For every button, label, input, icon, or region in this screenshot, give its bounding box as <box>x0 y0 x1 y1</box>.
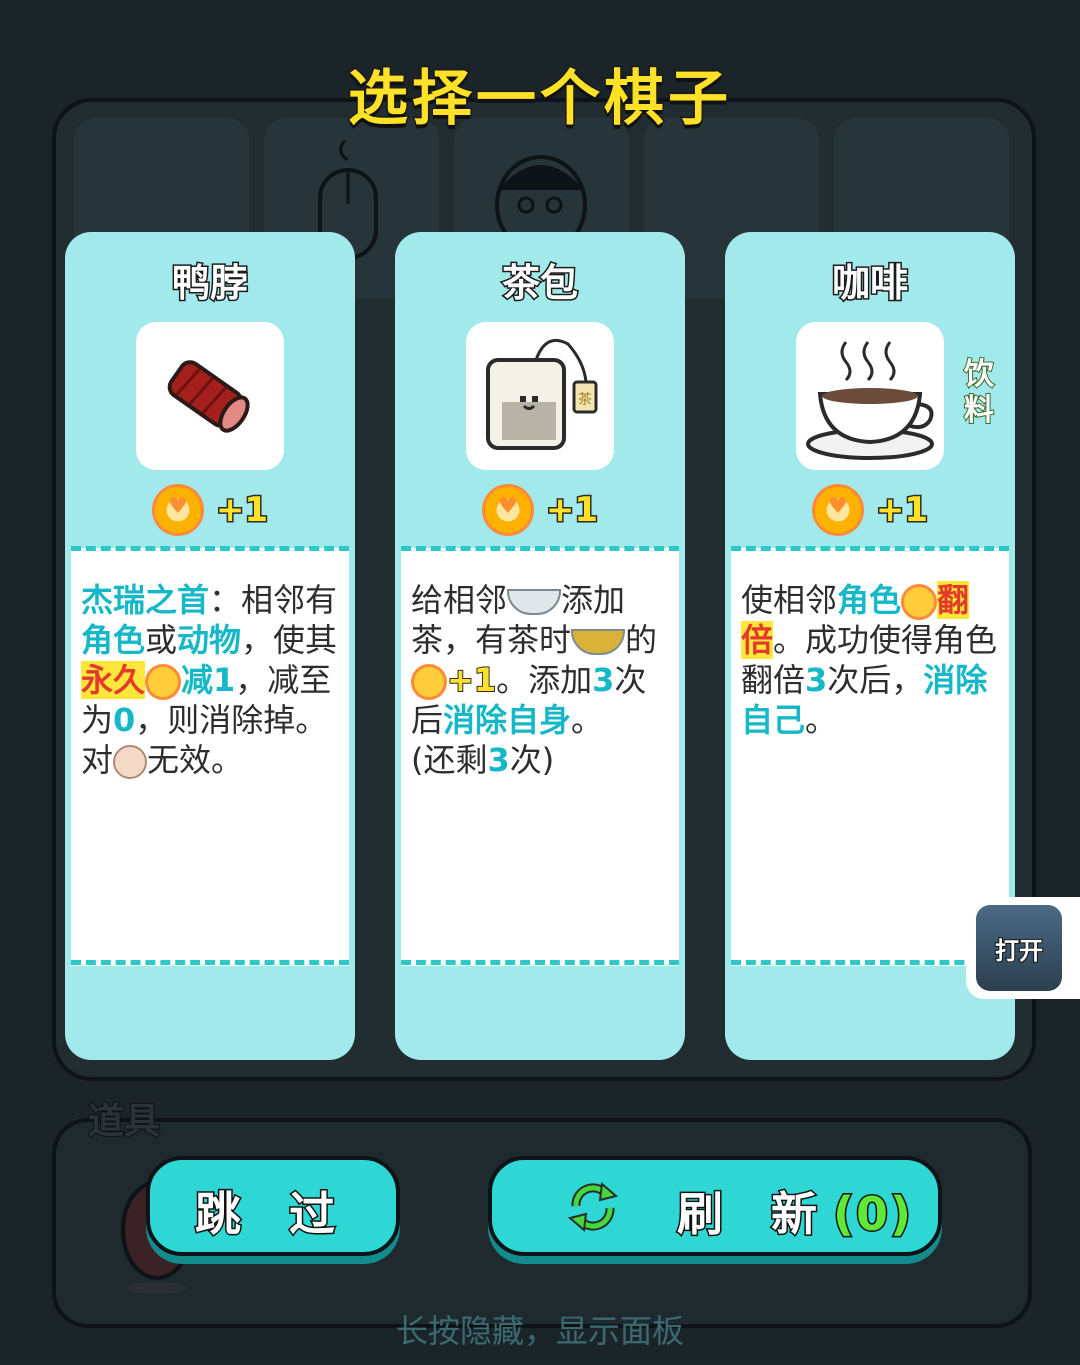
refresh-count: (0) <box>831 1186 914 1243</box>
duck-neck-sausage-icon <box>167 360 250 433</box>
heart-coin-icon <box>411 664 447 700</box>
hint-text: 长按隐藏，显示面板 <box>395 1312 684 1350</box>
card-description: 杰瑞之首：相邻有角色或动物，使其永久 减1，减至为0，则消除掉。 对无效。 <box>81 581 338 779</box>
category-tag: 饮料 <box>963 356 995 429</box>
page-title: 选择一个棋子 <box>347 63 732 136</box>
divider <box>71 960 349 965</box>
card-icon-box <box>136 322 284 470</box>
cat-avatar-icon: 打开 <box>976 905 1062 991</box>
svg-text:茶: 茶 <box>578 392 592 408</box>
card-name: 茶包 <box>500 260 579 307</box>
tea-bowl-icon <box>571 629 626 655</box>
piece-card-duck-neck[interactable]: 鸭脖 +1 杰瑞之首：相邻有角色或动物，使其永久减1，减至为0，则消除掉。 对无… <box>65 232 355 1060</box>
card-description: 给相邻 添加茶，有茶时 的+1。添加3次后消除自身。 (还剩3次) <box>411 581 658 779</box>
card-name: 咖啡 <box>830 260 909 307</box>
card-name: 鸭脖 <box>170 260 249 307</box>
heart-coin-icon <box>481 484 534 536</box>
heart-coin-icon <box>901 584 938 620</box>
open-panel-button[interactable]: 打开 <box>966 897 1080 999</box>
divider <box>401 546 679 551</box>
mouse-icon <box>113 745 148 779</box>
piece-card-tea-bag[interactable]: 茶包 茶 +1 给相邻添加茶，有茶时的+1。添加3次后消除自身。 (还剩3次) <box>395 232 685 1060</box>
skip-button[interactable]: 跳 过 <box>146 1156 400 1256</box>
card-description: 使相邻角色 翻倍。成功使得角色翻倍3次后，消除自己。 <box>741 581 998 739</box>
props-label: 道具 <box>87 1100 161 1143</box>
divider <box>401 960 679 965</box>
heart-coin-icon <box>151 484 204 536</box>
coin-reward: +1 <box>395 484 685 536</box>
divider <box>71 546 349 551</box>
tea-bag-icon: 茶 <box>486 339 598 450</box>
card-icon-box <box>796 322 944 470</box>
heart-coin-icon <box>811 484 864 536</box>
empty-bowl-icon <box>507 589 562 615</box>
heart-coin-icon <box>145 664 182 700</box>
divider <box>731 546 1009 551</box>
coin-reward: +1 <box>725 484 1015 536</box>
coin-reward: +1 <box>65 484 355 536</box>
refresh-button[interactable]: 刷 新(0) <box>488 1156 942 1256</box>
character-piece-icon <box>495 155 587 240</box>
card-icon-box: 茶 <box>466 322 614 470</box>
coffee-cup-icon <box>806 341 934 460</box>
